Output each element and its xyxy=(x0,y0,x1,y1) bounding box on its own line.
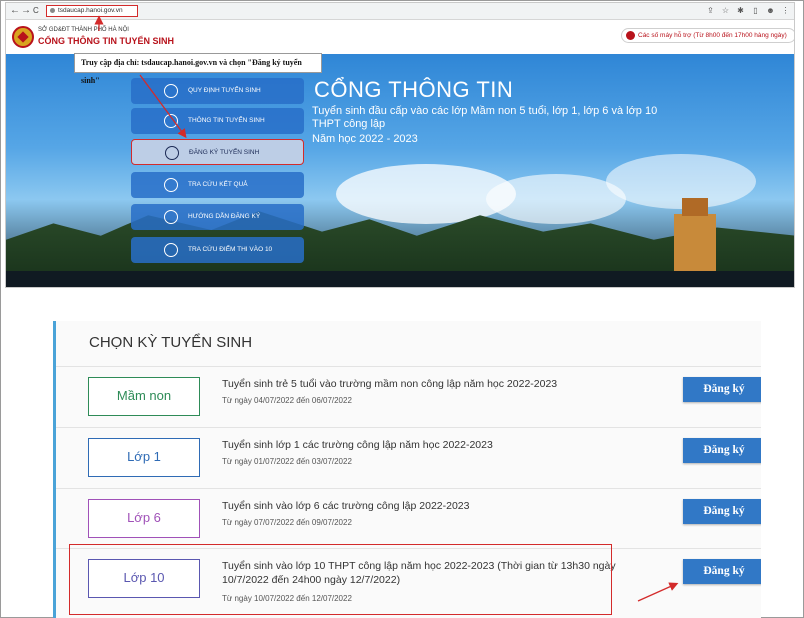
arrow-to-register-menu xyxy=(139,74,187,139)
annotation-arrows xyxy=(94,15,679,602)
arrow-to-register-button xyxy=(637,582,679,602)
